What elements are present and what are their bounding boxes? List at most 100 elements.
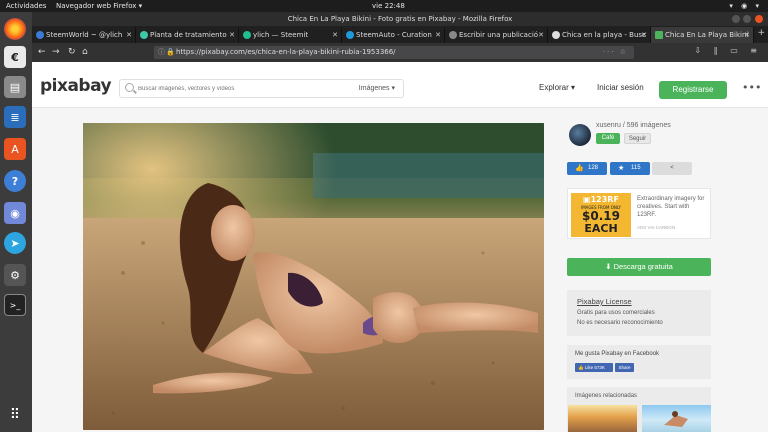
tab-steemauto[interactable]: SteemAuto - Curation ✕ [342, 27, 445, 43]
tab-favicon-icon [243, 31, 251, 39]
tab-busqueda[interactable]: Chica en la playa - Busc ✕ [548, 27, 651, 43]
license-line-1: Gratis para usos comerciales [577, 310, 655, 316]
follow-button[interactable]: Seguir [624, 133, 651, 144]
software-center-icon[interactable]: A [4, 138, 26, 160]
tab-label: Chica En La Playa Bikini [665, 31, 749, 39]
new-tab-icon[interactable]: + [757, 28, 765, 38]
maximize-icon[interactable] [743, 15, 751, 23]
signup-button[interactable]: Registrarse [659, 81, 727, 99]
files-icon[interactable]: ▤ [4, 76, 26, 98]
help-icon[interactable]: ? [4, 170, 26, 192]
like-button[interactable]: 👍 128 [567, 162, 607, 175]
search-type-select[interactable]: Imágenes ▾ [359, 80, 395, 97]
tab-close-icon[interactable]: ✕ [435, 27, 441, 43]
tab-favicon-icon [346, 31, 354, 39]
login-link[interactable]: Iniciar sesión [597, 79, 644, 97]
site-header: pixabay Imágenes ▾ Explorar ▾ Iniciar se… [32, 62, 768, 108]
firefox-icon[interactable] [4, 18, 26, 40]
explore-menu[interactable]: Explorar ▾ [539, 79, 575, 97]
writer-icon[interactable]: ≣ [4, 106, 26, 128]
close-icon[interactable] [755, 15, 763, 23]
tab-favicon-icon [552, 31, 560, 39]
lock-icon[interactable]: 🔒 [166, 46, 175, 59]
license-title[interactable]: Pixabay License [577, 297, 632, 306]
tab-close-icon[interactable]: ✕ [538, 27, 544, 43]
clock[interactable]: vie 22:48 [372, 0, 405, 12]
uploader-name[interactable]: xusenru / 596 imágenes [596, 122, 671, 129]
main-photo[interactable] [83, 123, 544, 430]
share-icon: < [670, 165, 674, 171]
share-button[interactable]: < [652, 162, 692, 175]
search-bar: Imágenes ▾ [119, 79, 404, 98]
facebook-share-button[interactable]: Share [615, 363, 634, 372]
tab-close-icon[interactable]: ✕ [229, 27, 235, 43]
discord-icon[interactable]: ◉ [4, 202, 26, 224]
info-icon[interactable]: ⓘ [158, 46, 165, 59]
back-icon[interactable]: ← [38, 46, 46, 58]
favorite-button[interactable]: ★ 115 [610, 162, 650, 175]
facebook-like-button[interactable]: 👍 Like 573K [575, 363, 613, 372]
ad-each: EACH [584, 222, 618, 235]
star-icon: ★ [618, 165, 625, 172]
url-bar[interactable]: ⓘ 🔒 https://pixabay.com/es/chica-en-la-p… [154, 46, 634, 59]
firefox-window: Chica En La Playa Bikini - Foto gratis e… [32, 12, 768, 432]
related-thumb-1[interactable] [568, 405, 637, 432]
pixabay-logo[interactable]: pixabay [40, 76, 112, 96]
tab-label: ylich — Steemit [253, 31, 309, 39]
tab-favicon-icon [449, 31, 457, 39]
home-icon[interactable]: ⌂ [82, 46, 88, 58]
tab-close-icon[interactable]: ✕ [641, 27, 647, 43]
thumbs-up-icon: 👍 [575, 165, 584, 172]
tab-favicon-icon [36, 31, 44, 39]
like-count: 128 [588, 165, 599, 171]
window-titlebar: Chica En La Playa Bikini - Foto gratis e… [32, 12, 768, 26]
more-icon[interactable]: ••• [742, 79, 761, 97]
uploader-avatar[interactable] [569, 124, 591, 146]
search-icon[interactable] [125, 83, 134, 92]
tab-label: SteemWorld ~ @ylich [46, 31, 123, 39]
window-title: Chica En La Playa Bikini - Foto gratis e… [287, 15, 513, 23]
app-menu[interactable]: Navegador web Firefox ▾ [56, 0, 142, 12]
app-grid-icon[interactable]: ⠿ [4, 404, 26, 426]
tab-favicon-icon [140, 31, 148, 39]
ad-via[interactable]: ADS VIA CARBON [637, 225, 675, 230]
terminal-icon[interactable]: >_ [4, 294, 26, 316]
tab-close-icon[interactable]: ✕ [744, 27, 750, 43]
telegram-icon[interactable]: ➤ [4, 232, 26, 254]
related-title: Imágenes relacionadas [575, 393, 638, 399]
tab-steemworld[interactable]: SteemWorld ~ @ylich ✕ [32, 27, 136, 43]
cafe-button[interactable]: Café [596, 133, 620, 144]
ad-text[interactable]: Extraordinary imagery for creatives. Sta… [637, 195, 709, 219]
tab-close-icon[interactable]: ✕ [332, 27, 338, 43]
dock: € ▤ ≣ A ? ◉ ➤ ⚙ >_ ⠿ [0, 12, 32, 432]
system-tray[interactable]: ▾ ◉ ▾ [729, 0, 762, 12]
minimize-icon[interactable] [732, 15, 740, 23]
tab-strip: SteemWorld ~ @ylich ✕ Planta de tratamien… [32, 26, 768, 43]
reload-icon[interactable]: ↻ [68, 46, 76, 58]
ad-image[interactable]: ▣123RF IMAGES FROM ONLY $0.19 EACH [571, 193, 631, 237]
search-input[interactable] [138, 82, 308, 96]
tab-planta[interactable]: Planta de tratamiento ✕ [136, 27, 239, 43]
os-top-bar: Actividades Navegador web Firefox ▾ vie … [0, 0, 768, 12]
tab-steemit[interactable]: ylich — Steemit ✕ [239, 27, 342, 43]
ad-brand: ▣123RF [583, 195, 619, 204]
related-thumb-2-figure [664, 411, 688, 427]
free-download-button[interactable]: ⬇ Descarga gratuita [567, 258, 711, 276]
tab-pixabay-active[interactable]: Chica En La Playa Bikini ✕ [651, 27, 754, 43]
ad-banner[interactable]: ▣123RF IMAGES FROM ONLY $0.19 EACH Extra… [567, 188, 711, 239]
facebook-card: Me gusta Pixabay en Facebook 👍 Like 573K… [567, 345, 711, 379]
url-text: https://pixabay.com/es/chica-en-la-playa… [176, 48, 396, 56]
license-card: Pixabay License Gratis para usos comerci… [567, 290, 711, 336]
tab-escribir[interactable]: Escribir una publicació ✕ [445, 27, 548, 43]
app-e-icon[interactable]: € [4, 46, 26, 68]
web-page: pixabay Imágenes ▾ Explorar ▾ Iniciar se… [32, 62, 768, 432]
tab-close-icon[interactable]: ✕ [126, 27, 132, 43]
page-actions-icon[interactable]: ··· ☆ [603, 46, 628, 59]
toolbar-icons[interactable]: ⇩ ∥ ▭ ≡ [694, 46, 762, 55]
activities-button[interactable]: Actividades [6, 0, 46, 12]
license-line-2: No es necesario reconocimiento [577, 320, 663, 326]
settings-icon[interactable]: ⚙ [4, 264, 26, 286]
related-thumb-2[interactable] [642, 405, 711, 432]
tab-label: Escribir una publicació [459, 31, 539, 39]
forward-icon[interactable]: → [52, 46, 60, 58]
